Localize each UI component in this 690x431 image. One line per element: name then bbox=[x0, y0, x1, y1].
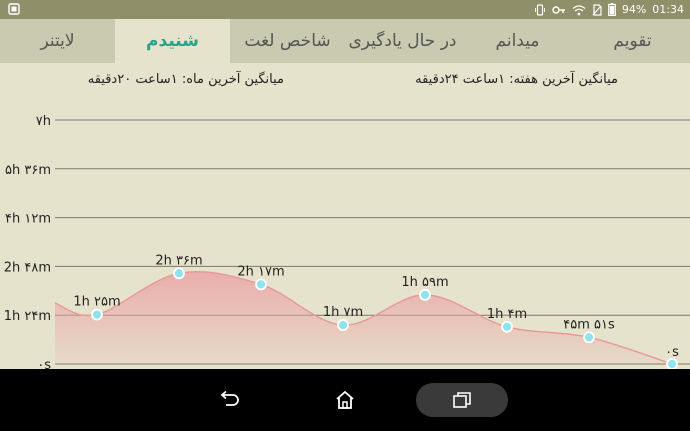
clock: 01:34 bbox=[652, 3, 684, 16]
data-label: 1h ۷m bbox=[323, 305, 363, 320]
data-label: 1h ۲۵m bbox=[73, 295, 120, 310]
study-time-chart: ۰s1h ۲۴m2h ۴۸m۴h ۱۲m۵h ۳۶m۷h1h ۲۵m۳۰ مرد… bbox=[4, 114, 690, 369]
status-bar: 94% 01:34 bbox=[0, 0, 690, 19]
data-label: 1h ۴m bbox=[487, 307, 527, 322]
app-notification-icon bbox=[8, 3, 20, 15]
data-point bbox=[255, 278, 267, 291]
data-label: ۴۵m ۵۱s bbox=[563, 317, 615, 332]
y-tick-label: ۴h ۱۲m bbox=[5, 212, 51, 227]
y-tick-label: ۰s bbox=[37, 358, 51, 369]
data-label: 1h ۵۹m bbox=[401, 275, 448, 290]
data-point bbox=[419, 288, 431, 301]
data-label: ۰s bbox=[665, 345, 679, 360]
data-point bbox=[583, 331, 595, 344]
key-icon bbox=[552, 5, 565, 14]
data-point bbox=[501, 320, 513, 333]
tab-lightner[interactable]: لایتنر bbox=[0, 19, 115, 63]
data-label: 2h ۱۷m bbox=[237, 264, 284, 279]
battery-icon bbox=[607, 3, 616, 16]
tab-known[interactable]: میدانم bbox=[460, 19, 575, 63]
status-icons: 94% 01:34 bbox=[534, 2, 684, 17]
battery-percent: 94% bbox=[621, 3, 647, 16]
recent-apps-button[interactable] bbox=[416, 369, 508, 431]
data-point bbox=[337, 319, 349, 331]
tab-learning[interactable]: در حال یادگیری bbox=[345, 19, 460, 63]
tab-calendar[interactable]: تقویم bbox=[575, 19, 690, 63]
averages-row: میانگین آخرین ماه: ۱ساعت ۲۰دقیقه میانگین… bbox=[0, 70, 690, 92]
y-tick-label: ۵h ۳۶m bbox=[5, 163, 51, 178]
home-button[interactable] bbox=[315, 369, 375, 431]
back-icon bbox=[220, 391, 239, 406]
no-sim-icon bbox=[592, 3, 602, 16]
monthly-average: میانگین آخرین ماه: ۱ساعت ۲۰دقیقه bbox=[87, 72, 284, 87]
y-tick-label: 2h ۴۸m bbox=[4, 260, 51, 275]
vibrate-icon bbox=[534, 3, 545, 16]
y-tick-label: 1h ۲۴m bbox=[4, 309, 51, 324]
tab-heard[interactable]: شنیدم bbox=[115, 19, 230, 63]
wifi-icon bbox=[572, 4, 586, 15]
data-label: 2h ۳۶m bbox=[155, 253, 202, 268]
tab-word-index[interactable]: شاخص لغت bbox=[230, 19, 345, 63]
data-point bbox=[173, 267, 185, 280]
tab-bar: لایتنر شنیدم شاخص لغت در حال یادگیری مید… bbox=[0, 19, 690, 63]
y-tick-label: ۷h bbox=[36, 114, 51, 129]
weekly-average: میانگین آخرین هفته: ۱ساعت ۲۴دقیقه bbox=[415, 72, 618, 87]
recent-apps-icon bbox=[453, 392, 471, 408]
back-button[interactable] bbox=[199, 369, 259, 431]
navigation-bar bbox=[0, 369, 690, 431]
data-point bbox=[666, 358, 678, 369]
data-point bbox=[91, 308, 103, 321]
home-icon bbox=[336, 391, 354, 409]
